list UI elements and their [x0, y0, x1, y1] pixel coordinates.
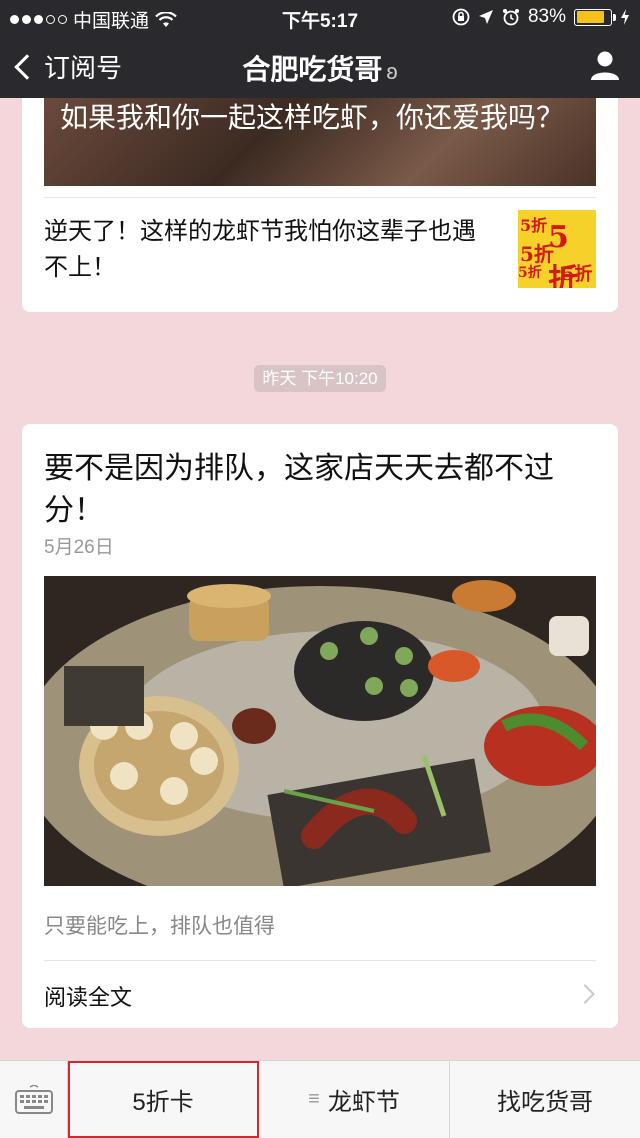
article-thumbnail[interactable]: 5折 5折 5折 5折 5折 [518, 210, 596, 288]
article-summary: 只要能吃上，排队也值得 [44, 915, 275, 938]
divider [44, 960, 596, 961]
bottom-menu: 5折卡 ≡ 龙虾节 找吃货哥 [0, 1060, 640, 1138]
article-cover-image[interactable] [44, 576, 596, 886]
article-title[interactable]: 要不是因为排队，这家店天天去都不过分！ [44, 448, 584, 532]
listen-icon: ʚ [386, 59, 398, 84]
menu-item-find-foodie[interactable]: 找吃货哥 [450, 1061, 640, 1138]
location-icon [478, 10, 493, 24]
top-bar: 中国联通 下午5:17 83% 订阅号 合肥吃货哥 ʚ [0, 0, 640, 98]
menu-label: 5折卡 [132, 1089, 194, 1116]
menu-label: 找吃货哥 [497, 1089, 593, 1116]
article-card[interactable]: 要不是因为排队，这家店天天去都不过分！ 5月26日 只要能吃上，排队也值得 阅读… [22, 424, 618, 1028]
thumb-text: 5折 [518, 265, 542, 281]
hero-image[interactable]: 如果我和你一起这样吃虾，你还爱我吗？ [44, 98, 596, 186]
battery-fill [576, 11, 604, 23]
read-full-article-link[interactable]: 阅读全文 [44, 980, 132, 1012]
submenu-icon: ≡ [308, 1088, 320, 1110]
food-table-illustration [44, 576, 596, 886]
thumb-text: 5折 [520, 216, 548, 235]
hero-caption: 如果我和你一起这样吃虾，你还爱我吗？ [60, 102, 565, 133]
menu-label: 龙虾节 [327, 1089, 400, 1116]
menu-item-lobster-festival[interactable]: ≡ 龙虾节 [259, 1061, 450, 1138]
article-date: 5月26日 [44, 537, 114, 558]
status-right: 83% [452, 6, 630, 28]
keyboard-icon [14, 1085, 53, 1114]
chevron-right-icon [575, 984, 595, 1004]
battery-percent: 83% [527, 6, 566, 27]
thumb-text: 5折 [562, 264, 593, 285]
menu-item-discount-card[interactable]: 5折卡 [68, 1061, 259, 1138]
page-title: 合肥吃货哥 ʚ [0, 48, 640, 88]
nav-bar: 订阅号 合肥吃货哥 ʚ [0, 34, 640, 98]
previous-article-card: 如果我和你一起这样吃虾，你还爱我吗？ 逆天了！这样的龙虾节我怕你这辈子也遇不上！… [22, 98, 618, 312]
battery-icon [574, 8, 616, 26]
status-bar: 中国联通 下午5:17 83% [0, 0, 640, 34]
keyboard-toggle-button[interactable] [0, 1061, 68, 1138]
message-timestamp: 昨天 下午10:20 [0, 364, 640, 392]
divider [44, 197, 596, 198]
profile-icon[interactable] [588, 48, 622, 82]
charging-icon [621, 9, 629, 25]
orientation-lock-icon [452, 8, 470, 26]
alarm-icon [502, 9, 519, 26]
article-link[interactable]: 逆天了！这样的龙虾节我怕你这辈子也遇不上！ [44, 214, 494, 286]
title-text: 合肥吃货哥 [242, 54, 383, 85]
